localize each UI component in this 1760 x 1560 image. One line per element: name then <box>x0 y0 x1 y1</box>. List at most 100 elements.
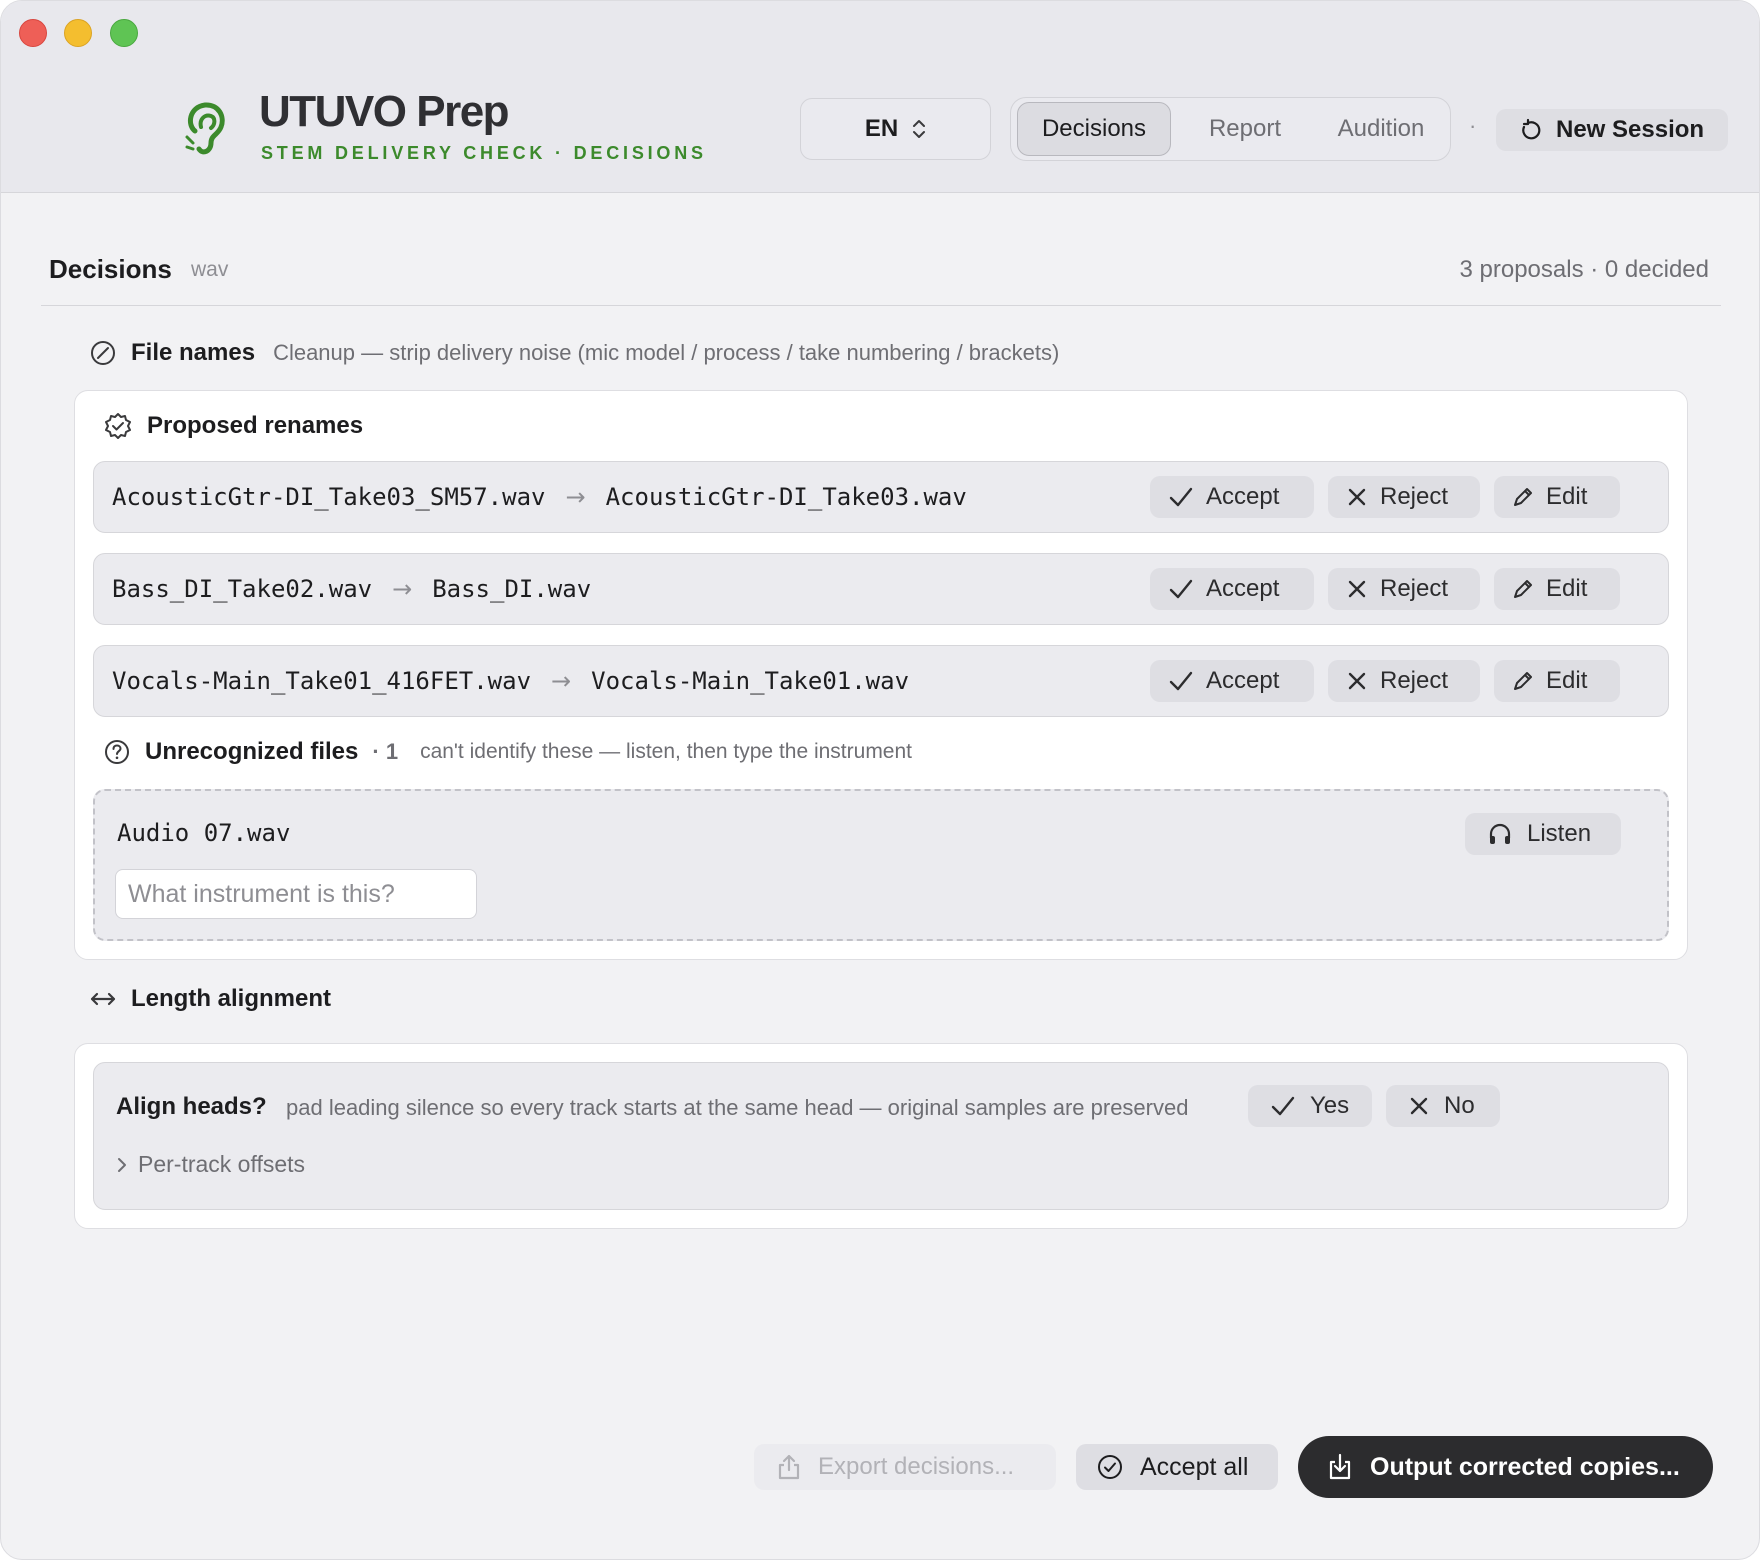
align-heads-row: Align heads? pad leading silence so ever… <box>93 1062 1669 1210</box>
length-alignment-title: Length alignment <box>131 985 331 1012</box>
reject-label: Reject <box>1380 575 1449 602</box>
accept-all-label: Accept all <box>1140 1452 1249 1481</box>
badge-check-icon <box>105 413 131 439</box>
unrecognized-filename: Audio 07.wav <box>117 819 291 847</box>
tab-audition[interactable]: Audition <box>1317 102 1445 156</box>
toolbar: UTUVO Prep STEM DELIVERY CHECK · DECISIO… <box>1 1 1759 193</box>
length-alignment-section-header: Length alignment <box>89 985 331 1013</box>
close-icon <box>1348 672 1366 690</box>
unrecognized-title: Unrecognized files <box>145 738 359 765</box>
rename-to: Bass_DI.wav <box>432 575 592 603</box>
app-window: UTUVO Prep STEM DELIVERY CHECK · DECISIO… <box>0 0 1760 1560</box>
app-subtitle: STEM DELIVERY CHECK · DECISIONS <box>261 143 707 163</box>
unrecognized-header: Unrecognized files · 1 can't identify th… <box>103 738 912 766</box>
reject-button[interactable]: Reject <box>1328 660 1480 702</box>
file-names-icon <box>91 341 115 365</box>
header-divider <box>41 305 1721 306</box>
file-names-title: File names <box>131 339 256 366</box>
close-icon <box>1348 580 1366 598</box>
output-corrected-copies-button[interactable]: Output corrected copies... <box>1298 1436 1713 1498</box>
checkmark-icon <box>1169 579 1193 599</box>
edit-label: Edit <box>1546 483 1588 510</box>
page-title: Decisions <box>49 254 172 284</box>
checkmark-icon <box>1169 671 1193 691</box>
format-tag: wav <box>191 258 229 281</box>
pencil-icon <box>1514 580 1532 598</box>
proposed-renames-title: Proposed renames <box>147 412 364 439</box>
rename-to: AcousticGtr-DI_Take03.wav <box>605 483 967 511</box>
window-close-button[interactable] <box>19 19 47 47</box>
accept-button[interactable]: Accept <box>1150 476 1314 518</box>
rename-row: Vocals-Main_Take01_416FET.wav → Vocals-M… <box>93 645 1669 717</box>
rename-from: AcousticGtr-DI_Take03_SM57.wav <box>112 483 546 511</box>
edit-button[interactable]: Edit <box>1494 660 1620 702</box>
app-name: UTUVO Prep <box>259 87 510 136</box>
rename-arrow-icon: → <box>392 575 413 603</box>
unrecognized-file-box: Audio 07.wav Listen <box>93 789 1669 941</box>
yes-button[interactable]: Yes <box>1248 1085 1372 1127</box>
output-corrected-copies-label: Output corrected copies... <box>1370 1452 1680 1481</box>
align-heads-question: Align heads? <box>116 1093 267 1120</box>
unrecognized-count: · 1 <box>372 739 399 764</box>
save-download-icon <box>1329 1453 1351 1480</box>
reject-label: Reject <box>1380 667 1449 694</box>
per-track-offsets-toggle[interactable]: Per-track offsets <box>116 1151 305 1178</box>
per-track-offsets-label: Per-track offsets <box>138 1151 306 1177</box>
share-icon <box>778 1454 800 1480</box>
edit-button[interactable]: Edit <box>1494 568 1620 610</box>
accept-label: Accept <box>1206 483 1280 510</box>
accept-label: Accept <box>1206 575 1280 602</box>
rename-from: Vocals-Main_Take01_416FET.wav <box>112 667 532 695</box>
accept-button[interactable]: Accept <box>1150 568 1314 610</box>
tab-report[interactable]: Report <box>1177 102 1313 156</box>
new-session-button[interactable]: New Session <box>1496 109 1728 151</box>
align-heads-description: pad leading silence so every track start… <box>286 1095 1189 1120</box>
reject-button[interactable]: Reject <box>1328 476 1480 518</box>
edit-label: Edit <box>1546 575 1588 602</box>
listen-label: Listen <box>1527 820 1592 847</box>
language-select[interactable]: EN <box>800 98 991 160</box>
pencil-icon <box>1514 672 1532 690</box>
accept-label: Accept <box>1206 667 1280 694</box>
tab-decisions[interactable]: Decisions <box>1017 102 1171 156</box>
new-session-label: New Session <box>1556 116 1705 143</box>
no-button[interactable]: No <box>1386 1085 1500 1127</box>
window-minimize-button[interactable] <box>64 19 92 47</box>
export-decisions-button[interactable]: Export decisions... <box>754 1444 1056 1490</box>
toolbar-separator: · <box>1469 113 1477 138</box>
window-zoom-button[interactable] <box>110 19 138 47</box>
arrows-left-right-icon <box>90 992 116 1006</box>
edit-button[interactable]: Edit <box>1494 476 1620 518</box>
rename-row: Bass_DI_Take02.wav → Bass_DI.wav Accept … <box>93 553 1669 625</box>
length-alignment-card: Align heads? pad leading silence so ever… <box>74 1043 1688 1229</box>
check-circle-icon <box>1098 1455 1122 1479</box>
listen-button[interactable]: Listen <box>1465 813 1621 855</box>
rename-to: Vocals-Main_Take01.wav <box>591 667 910 695</box>
edit-label: Edit <box>1546 667 1588 694</box>
language-value: EN <box>864 115 899 142</box>
unrecognized-description: can't identify these — listen, then type… <box>420 740 913 763</box>
file-names-section-header: File names Cleanup — strip delivery nois… <box>89 339 1059 367</box>
question-circle-icon <box>105 740 129 764</box>
close-icon <box>1348 488 1366 506</box>
rename-row: AcousticGtr-DI_Take03_SM57.wav → Acousti… <box>93 461 1669 533</box>
checkmark-icon <box>1169 487 1193 507</box>
chevron-right-icon <box>118 1157 126 1172</box>
rename-arrow-icon: → <box>565 483 586 511</box>
accept-button[interactable]: Accept <box>1150 660 1314 702</box>
file-names-description: Cleanup — strip delivery noise (mic mode… <box>273 340 1060 365</box>
headphones-icon <box>1489 823 1511 844</box>
accept-all-button[interactable]: Accept all <box>1076 1444 1278 1490</box>
close-icon <box>1410 1097 1428 1115</box>
rename-from: Bass_DI_Take02.wav <box>112 575 373 603</box>
restart-icon <box>1522 118 1541 140</box>
chevron-updown-icon <box>913 120 926 138</box>
decision-stats: 3 proposals · 0 decided <box>1459 256 1710 283</box>
ear-logo-icon <box>185 102 225 155</box>
reject-button[interactable]: Reject <box>1328 568 1480 610</box>
instrument-input[interactable] <box>115 869 477 919</box>
view-tabs: Decisions Report Audition <box>1010 97 1451 161</box>
reject-label: Reject <box>1380 483 1449 510</box>
pencil-icon <box>1514 488 1532 506</box>
export-decisions-label: Export decisions... <box>818 1453 1015 1480</box>
